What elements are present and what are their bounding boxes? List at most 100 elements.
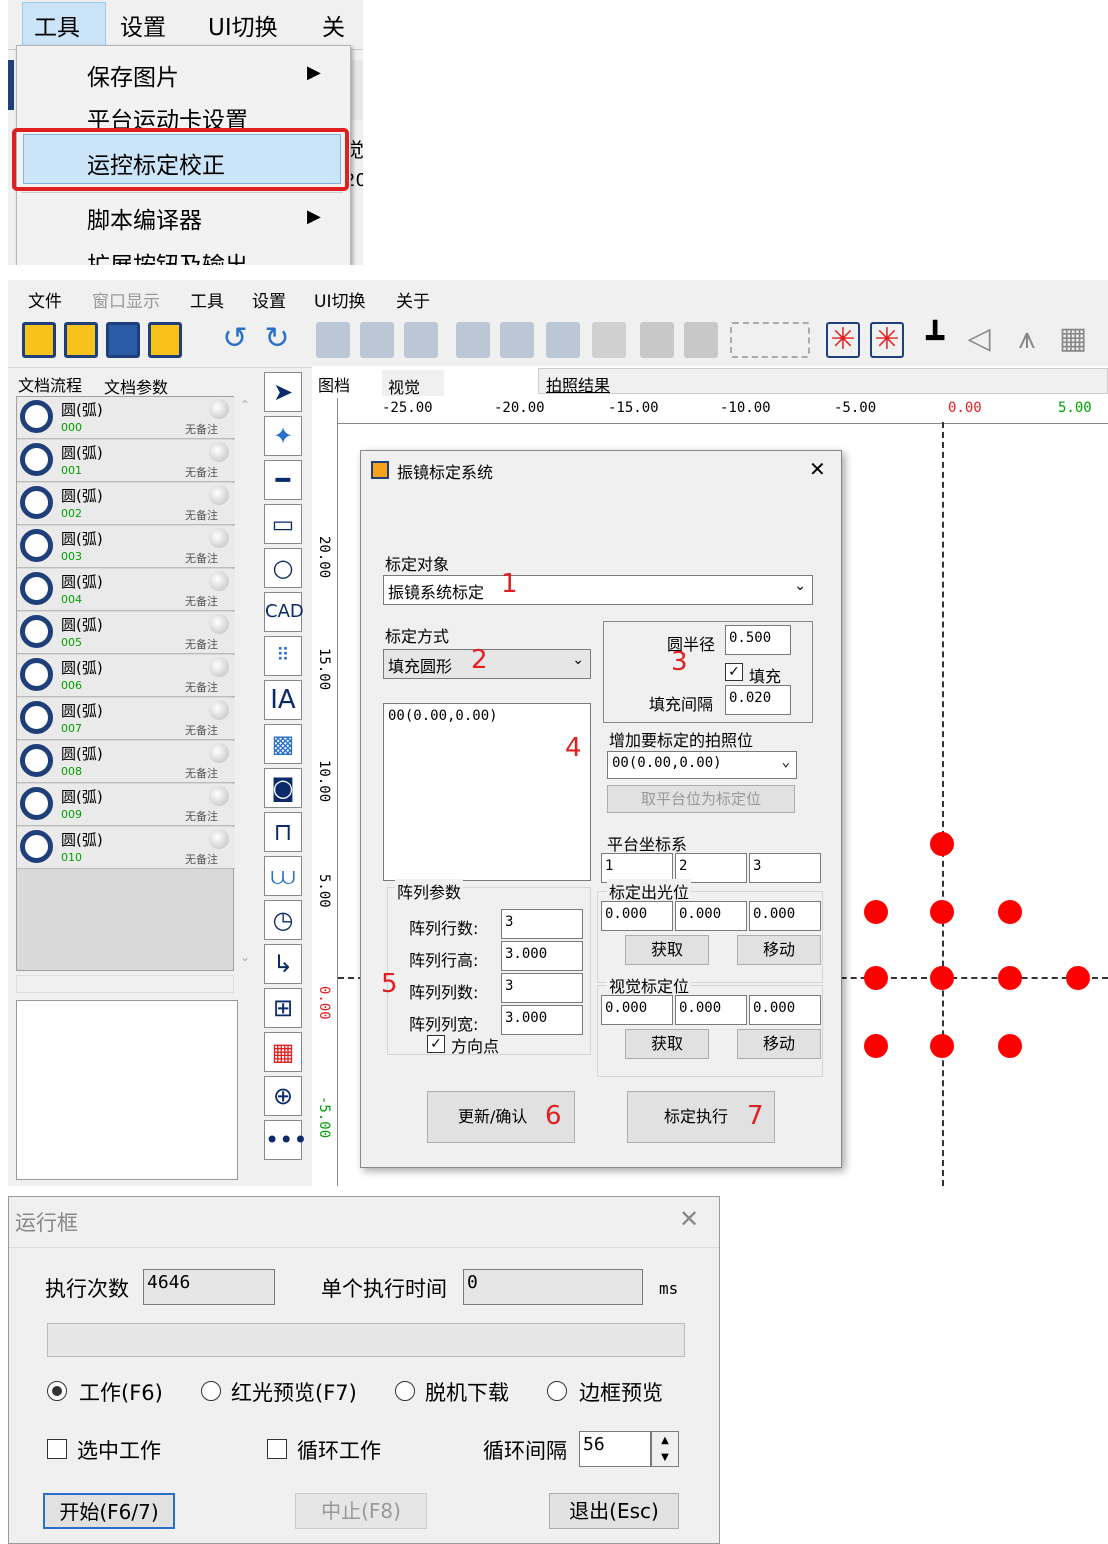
same-height-icon[interactable] <box>684 322 718 358</box>
list-row[interactable]: 圆(弧) 006 无备注 <box>17 655 235 697</box>
close-icon[interactable]: ✕ <box>809 457 826 481</box>
list-item[interactable]: 00(0.00,0.00) <box>388 708 498 724</box>
vision-get-button[interactable]: 获取 <box>625 1029 709 1059</box>
light-pos-x[interactable]: 0.000 <box>601 901 673 931</box>
list-row[interactable]: 圆(弧) 005 无备注 <box>17 612 235 654</box>
target-select[interactable]: 振镜系统标定 ⌄ <box>383 575 813 605</box>
tab-drawing[interactable]: 图档 <box>318 372 350 396</box>
flip-icon[interactable]: ⩚ <box>1010 322 1044 358</box>
light-pos-z[interactable]: 0.000 <box>749 901 821 931</box>
node-edit-icon[interactable]: ✦ <box>264 416 302 456</box>
list-row[interactable]: 圆(弧) 003 无备注 <box>17 526 235 568</box>
fill-checkbox[interactable]: ✓ <box>725 663 743 681</box>
line-icon[interactable]: ━ <box>264 460 302 500</box>
list-hscrollbar[interactable] <box>16 975 234 993</box>
menu-ui-switch[interactable]: UI切换 <box>314 287 365 312</box>
direction-point-checkbox[interactable]: ✓ <box>427 1035 445 1053</box>
align-center-icon[interactable] <box>360 322 394 358</box>
list-scrollbar[interactable]: ⌃ ⌄ <box>236 396 254 971</box>
loop-work-checkbox[interactable] <box>267 1439 287 1459</box>
circle-icon[interactable]: ○ <box>264 548 302 588</box>
vision-pos-z[interactable]: 0.000 <box>749 995 821 1025</box>
align-top-icon[interactable] <box>456 322 490 358</box>
mirror-icon[interactable]: ◁ <box>962 322 996 358</box>
list-row[interactable]: 圆(弧) 004 无备注 <box>17 569 235 611</box>
light-move-button[interactable]: 移动 <box>737 935 821 965</box>
laser-red-icon[interactable]: ✳ <box>870 322 904 358</box>
tab-document-params[interactable]: 文档参数 <box>104 374 168 398</box>
menu-ui-switch[interactable]: UI切换 <box>208 8 278 42</box>
tab-photo-result[interactable]: 拍照结果 <box>546 372 610 396</box>
row-height-input[interactable]: 3.000 <box>501 941 583 971</box>
exit-button[interactable]: 退出(Esc) <box>549 1493 679 1529</box>
vision-pos-x[interactable]: 0.000 <box>601 995 673 1025</box>
close-icon[interactable]: ✕ <box>679 1205 699 1233</box>
crosshair-icon[interactable]: ⊕ <box>264 1076 302 1116</box>
select-work-checkbox[interactable] <box>47 1439 67 1459</box>
list-row[interactable]: 圆(弧) 002 无备注 <box>17 483 235 525</box>
align-right-icon[interactable] <box>404 322 438 358</box>
select-arrow-icon[interactable]: ➤ <box>264 372 302 412</box>
align-left-icon[interactable] <box>316 322 350 358</box>
list-row[interactable]: 圆(弧) 007 无备注 <box>17 698 235 740</box>
radius-input[interactable]: 0.500 <box>725 625 791 655</box>
wave-icon[interactable]: ⩊ <box>264 856 302 896</box>
rows-input[interactable]: 3 <box>501 909 583 939</box>
rectangle-icon[interactable]: ▭ <box>264 504 302 544</box>
radio-offline-download[interactable] <box>395 1381 415 1401</box>
timer-icon[interactable]: ◷ <box>264 900 302 940</box>
start-button[interactable]: 开始(F6/7) <box>43 1493 175 1529</box>
menu-file[interactable]: 文件 <box>28 287 62 312</box>
tab-vision[interactable]: 视觉 <box>388 374 420 398</box>
dot-array-icon[interactable]: ⠿ <box>264 636 302 676</box>
extend-icon[interactable]: ▦ <box>264 1032 302 1072</box>
radio-red-preview[interactable] <box>201 1381 221 1401</box>
menu-tools[interactable]: 工具 <box>34 8 80 42</box>
take-platform-button[interactable]: 取平台位为标定位 <box>607 785 795 813</box>
menu-tools[interactable]: 工具 <box>190 287 224 312</box>
text-icon[interactable]: IA <box>264 680 302 720</box>
camera-icon[interactable]: ◙ <box>264 768 302 808</box>
save-as-icon[interactable] <box>148 322 182 358</box>
radio-work[interactable] <box>47 1381 67 1401</box>
save-icon[interactable] <box>106 322 140 358</box>
menu-item-script-compiler[interactable]: 脚本编译器 <box>87 201 202 235</box>
grid-icon[interactable]: ▦ <box>1056 322 1090 358</box>
stop-button[interactable]: 中止(F8) <box>295 1493 427 1529</box>
menu-settings[interactable]: 设置 <box>120 8 166 42</box>
same-width-icon[interactable] <box>640 322 674 358</box>
menu-item-extend-buttons[interactable]: 扩展按钮及输出 <box>87 246 248 265</box>
loop-interval-input[interactable]: 56 <box>579 1431 651 1467</box>
align-bottom-icon[interactable] <box>546 322 580 358</box>
platform-coord-3[interactable]: 3 <box>749 853 821 883</box>
menu-window[interactable]: 窗口显示 <box>92 287 160 312</box>
col-width-input[interactable]: 3.000 <box>501 1005 583 1035</box>
redo-icon[interactable]: ↻ <box>260 322 294 358</box>
tab-document-flow[interactable]: 文档流程 <box>18 372 82 396</box>
origin-icon[interactable]: ┻ <box>918 322 952 358</box>
list-row[interactable]: 圆(弧) 009 无备注 <box>17 784 235 826</box>
add-photo-select[interactable]: 00(0.00,0.00) ⌄ <box>607 751 797 779</box>
vision-pos-y[interactable]: 0.000 <box>675 995 747 1025</box>
qrcode-icon[interactable]: ▩ <box>264 724 302 764</box>
menu-about[interactable]: 关于 <box>396 287 430 312</box>
radio-frame-preview[interactable] <box>547 1381 567 1401</box>
list-row[interactable]: 圆(弧) 000 无备注 <box>17 397 235 439</box>
light-pos-y[interactable]: 0.000 <box>675 901 747 931</box>
scroll-up-icon[interactable]: ⌃ <box>240 398 250 412</box>
menu-settings[interactable]: 设置 <box>252 287 286 312</box>
menu-item-save-image[interactable]: 保存图片 <box>87 58 179 92</box>
open-file-icon[interactable] <box>64 322 98 358</box>
io-icon[interactable]: ↳ <box>264 944 302 984</box>
spin-buttons[interactable]: ▲ ▼ <box>651 1431 679 1467</box>
fill-gap-input[interactable]: 0.020 <box>725 685 791 715</box>
pulse-icon[interactable]: ⊓ <box>264 812 302 852</box>
cad-icon[interactable]: CAD <box>264 592 304 632</box>
distribute-icon[interactable] <box>730 322 810 358</box>
undo-icon[interactable]: ↺ <box>218 322 252 358</box>
more-icon[interactable]: ••• <box>264 1120 307 1160</box>
grid-tool-icon[interactable]: ⊞ <box>264 988 302 1028</box>
scroll-down-icon[interactable]: ⌄ <box>240 950 250 964</box>
list-row[interactable]: 圆(弧) 008 无备注 <box>17 741 235 783</box>
laser-icon[interactable]: ✳ <box>826 322 860 358</box>
